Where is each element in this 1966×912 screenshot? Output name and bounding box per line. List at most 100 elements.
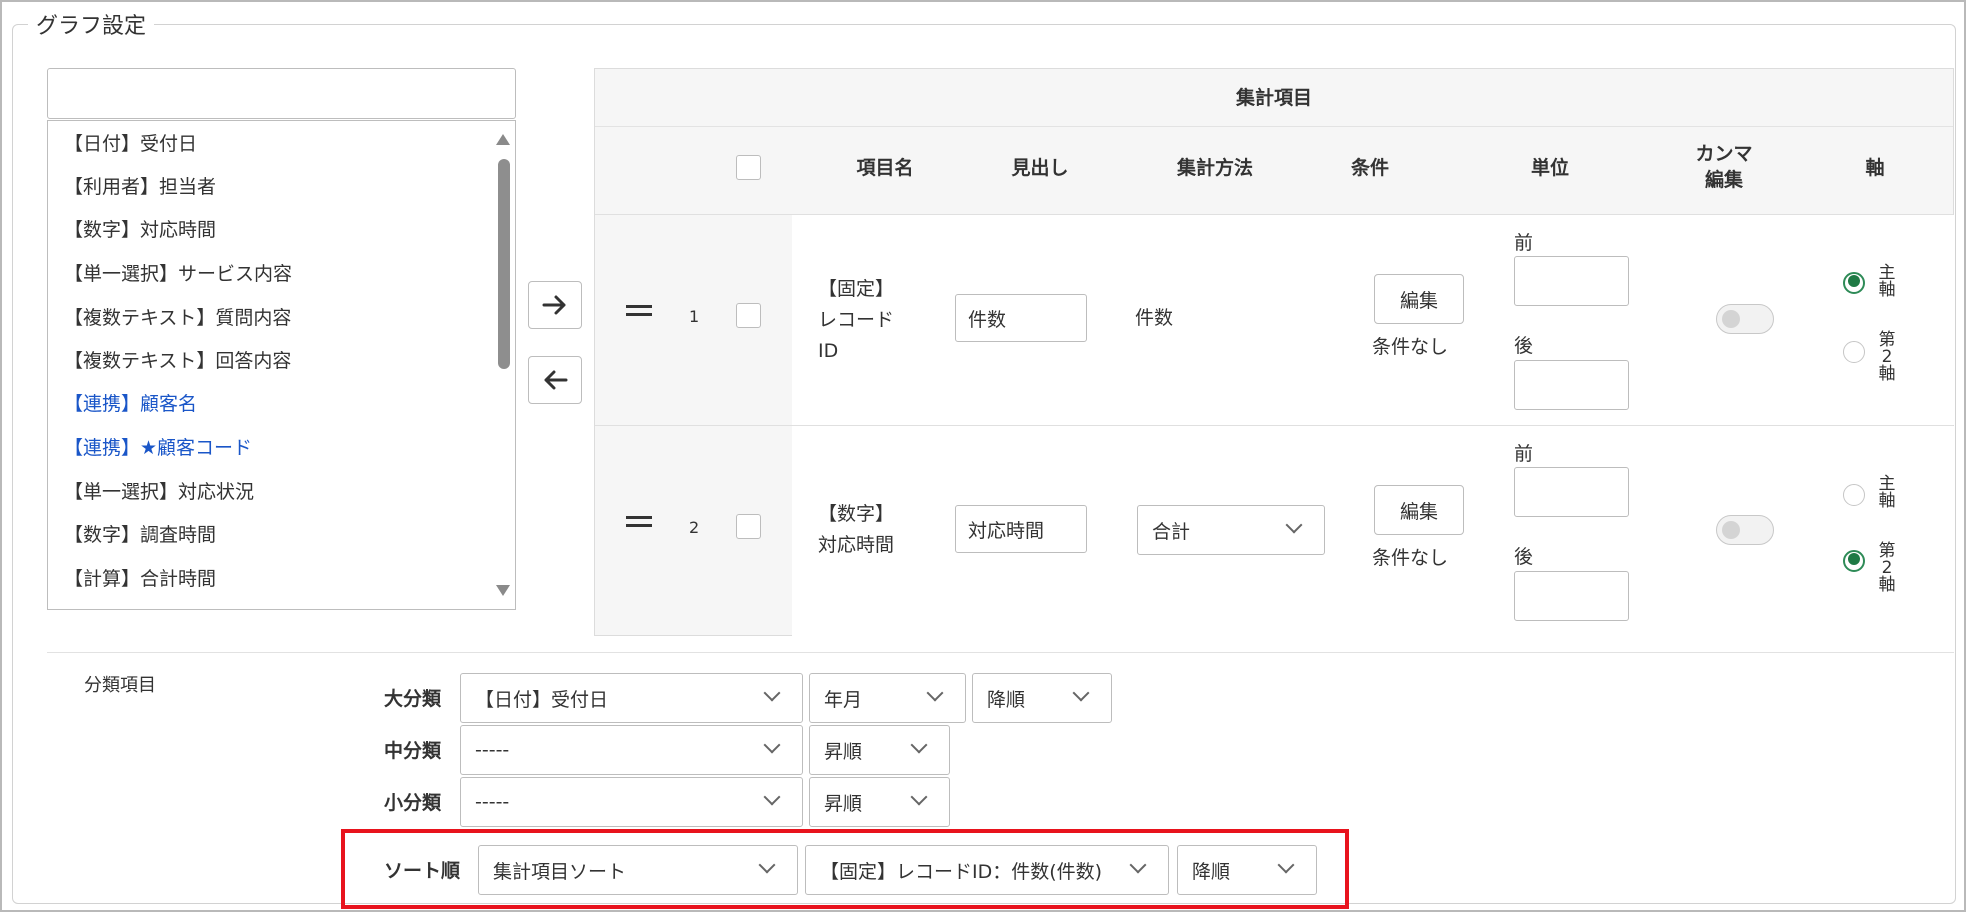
chevron-down-icon [1072, 684, 1090, 702]
arrow-right-icon [542, 295, 566, 315]
method-text: 件数 [1135, 307, 1174, 329]
method-select[interactable]: 合計 [1137, 505, 1325, 555]
sort-order-label: ソート順 [384, 860, 461, 882]
row-checkbox[interactable] [736, 303, 761, 328]
sort-target-select[interactable]: 【固定】レコードID：件数(件数) [805, 845, 1169, 895]
aggregation-table: 集計項目 項目名 見出し 集計方法 条件 単位 カンマ編集 軸 1 【固定】 レ… [594, 68, 1955, 636]
scroll-up-icon[interactable] [496, 134, 510, 145]
large-class-order-select[interactable]: 降順 [972, 673, 1112, 723]
list-item[interactable]: 【日付】受付日 [64, 129, 197, 159]
medium-class-field-value: ----- [475, 739, 510, 761]
table-title: 集計項目 [595, 69, 1953, 127]
axis-secondary-radio[interactable] [1843, 341, 1865, 363]
large-class-label: 大分類 [384, 688, 442, 710]
list-item[interactable]: 【利用者】担当者 [64, 172, 216, 202]
edit-condition-button[interactable]: 編集 [1374, 274, 1464, 324]
edit-condition-button[interactable]: 編集 [1374, 485, 1464, 535]
unit-before-input[interactable] [1514, 256, 1629, 306]
unit-after-input[interactable] [1514, 360, 1629, 410]
axis-primary-radio[interactable] [1843, 484, 1865, 506]
unit-before-label: 前 [1514, 232, 1534, 254]
drag-handle-icon[interactable] [626, 305, 652, 316]
list-item[interactable]: 【複数テキスト】質問内容 [64, 303, 291, 333]
small-class-order-value: 昇順 [824, 792, 863, 815]
item-name-line: 【固定】 [818, 278, 895, 300]
list-item-linked[interactable]: 【連携】顧客名 [64, 389, 197, 419]
chevron-down-icon [910, 736, 928, 754]
method-value: 合計 [1152, 520, 1191, 543]
axis-secondary-radio[interactable] [1843, 550, 1865, 572]
unit-before-input[interactable] [1514, 467, 1629, 517]
header-heading: 見出し [1011, 157, 1069, 179]
scroll-down-icon[interactable] [496, 585, 510, 596]
list-item[interactable]: 【単一選択】対応状況 [64, 477, 254, 507]
list-scrollbar[interactable] [493, 121, 515, 609]
item-name-line: 対応時間 [818, 534, 895, 556]
item-name-line: レコード [818, 309, 895, 331]
medium-class-order-select[interactable]: 昇順 [809, 725, 950, 775]
unit-after-label: 後 [1514, 546, 1534, 568]
row-number: 2 [689, 518, 700, 537]
field-list[interactable]: 【日付】受付日 【利用者】担当者 【数字】対応時間 【単一選択】サービス内容 【… [47, 120, 516, 610]
unit-before-label: 前 [1514, 443, 1534, 465]
section-divider [47, 652, 1954, 653]
select-all-checkbox[interactable] [736, 155, 761, 180]
chevron-down-icon [926, 684, 944, 702]
remove-field-button[interactable] [528, 356, 582, 404]
add-field-button[interactable] [528, 281, 582, 329]
condition-text: 条件なし [1372, 336, 1449, 358]
list-item[interactable]: 【複数テキスト】回答内容 [64, 346, 291, 376]
list-item[interactable]: 【計算】合計時間 [64, 564, 216, 594]
header-comma: カンマ編集 [1695, 143, 1753, 191]
chevron-down-icon [758, 856, 776, 874]
chevron-down-icon [1129, 856, 1147, 874]
sort-type-select[interactable]: 集計項目ソート [478, 845, 798, 895]
toggle-knob [1722, 310, 1740, 328]
drag-handle-icon[interactable] [626, 516, 652, 527]
heading-input[interactable]: 件数 [955, 294, 1087, 342]
axis-secondary-label: 第2軸 [1878, 330, 1896, 384]
field-search-input[interactable] [47, 68, 516, 119]
unit-after-input[interactable] [1514, 571, 1629, 621]
scroll-thumb[interactable] [498, 159, 510, 369]
large-class-order-value: 降順 [987, 688, 1026, 711]
comma-toggle[interactable] [1716, 515, 1774, 545]
sort-target-value: 【固定】レコードID：件数(件数) [820, 860, 1103, 883]
condition-text: 条件なし [1372, 547, 1449, 569]
medium-class-order-value: 昇順 [824, 740, 863, 763]
header-method: 集計方法 [1176, 157, 1253, 179]
chevron-down-icon [1285, 516, 1303, 534]
list-item[interactable]: 【単一選択】サービス内容 [64, 259, 292, 289]
graph-settings-title: グラフ設定 [28, 8, 155, 40]
small-class-field-value: ----- [475, 791, 510, 813]
small-class-field-select[interactable]: ----- [460, 777, 803, 827]
chevron-down-icon [763, 684, 781, 702]
list-item-linked[interactable]: 【連携】★顧客コード [64, 433, 252, 463]
small-class-label: 小分類 [384, 792, 442, 814]
sort-order-value: 降順 [1192, 860, 1231, 883]
small-class-order-select[interactable]: 昇順 [809, 777, 950, 827]
heading-input[interactable]: 対応時間 [955, 505, 1087, 553]
row-checkbox[interactable] [736, 514, 761, 539]
large-class-field-select[interactable]: 【日付】受付日 [460, 673, 803, 723]
chevron-down-icon [763, 736, 781, 754]
axis-secondary-label: 第2軸 [1878, 541, 1896, 595]
header-axis: 軸 [1865, 157, 1885, 179]
header-condition: 条件 [1350, 157, 1389, 179]
sort-type-value: 集計項目ソート [493, 860, 627, 883]
item-name-line: 【数字】 [818, 503, 895, 525]
chevron-down-icon [910, 788, 928, 806]
sort-order-select[interactable]: 降順 [1177, 845, 1317, 895]
list-item[interactable]: 【数字】対応時間 [64, 215, 216, 245]
medium-class-field-select[interactable]: ----- [460, 725, 803, 775]
chevron-down-icon [1277, 856, 1295, 874]
toggle-knob [1722, 521, 1740, 539]
comma-toggle[interactable] [1716, 304, 1774, 334]
axis-primary-radio[interactable] [1843, 272, 1865, 294]
large-class-period-select[interactable]: 年月 [809, 673, 966, 723]
list-item[interactable]: 【数字】調査時間 [64, 520, 216, 550]
large-class-period-value: 年月 [824, 688, 863, 711]
header-unit: 単位 [1530, 157, 1569, 179]
unit-after-label: 後 [1514, 335, 1534, 357]
large-class-field-value: 【日付】受付日 [475, 688, 609, 711]
